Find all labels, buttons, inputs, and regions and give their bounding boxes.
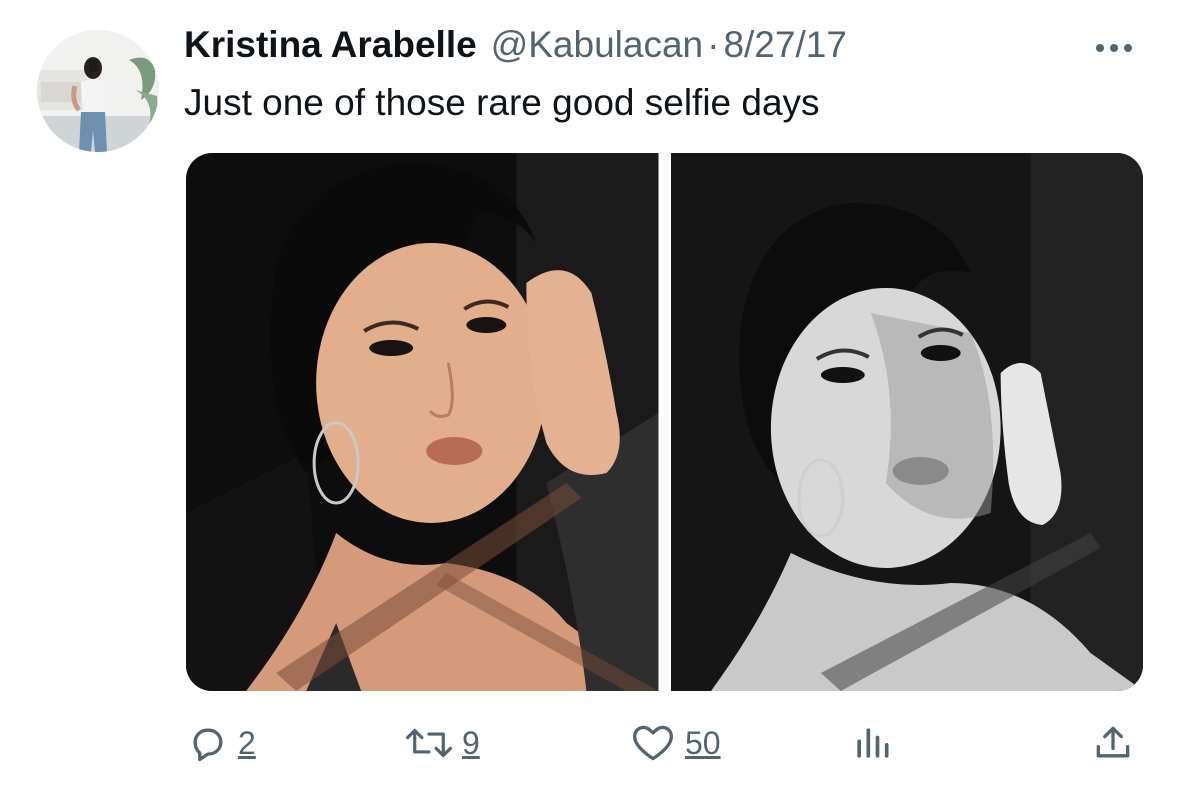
avatar-image [37,30,159,152]
views-button[interactable] [850,715,894,771]
reply-icon [193,728,223,762]
like-count: 50 [685,724,721,761]
tweet-header: Kristina Arabelle @Kabulacan · 8/27/17 [184,24,847,72]
avatar[interactable] [37,30,159,152]
photo-color[interactable] [186,153,659,691]
tweet-text: Just one of those rare good selfie days [184,82,820,123]
like-button[interactable]: 50 [629,715,721,771]
more-options-button[interactable] [1090,32,1138,64]
views-icon [857,728,889,758]
share-icon [1096,726,1130,758]
share-button[interactable] [1091,715,1135,771]
retweet-button[interactable]: 9 [404,715,480,771]
author-handle[interactable]: @Kabulacan [491,24,703,66]
like-icon [633,725,673,761]
tweet-actions: 2 9 50 [186,715,1146,771]
photo-bw[interactable] [670,153,1143,691]
tweet-date[interactable]: 8/27/17 [723,24,846,66]
retweet-count: 9 [462,724,480,761]
selfie-photo-bw [670,153,1143,691]
separator-dot: · [707,24,720,65]
more-icon [1096,44,1132,52]
reply-button[interactable]: 2 [186,715,256,771]
tweet-media [186,153,1143,691]
selfie-photo-color [186,153,659,691]
retweet-icon [405,728,453,758]
reply-count: 2 [238,724,256,761]
author-name[interactable]: Kristina Arabelle [184,24,477,66]
